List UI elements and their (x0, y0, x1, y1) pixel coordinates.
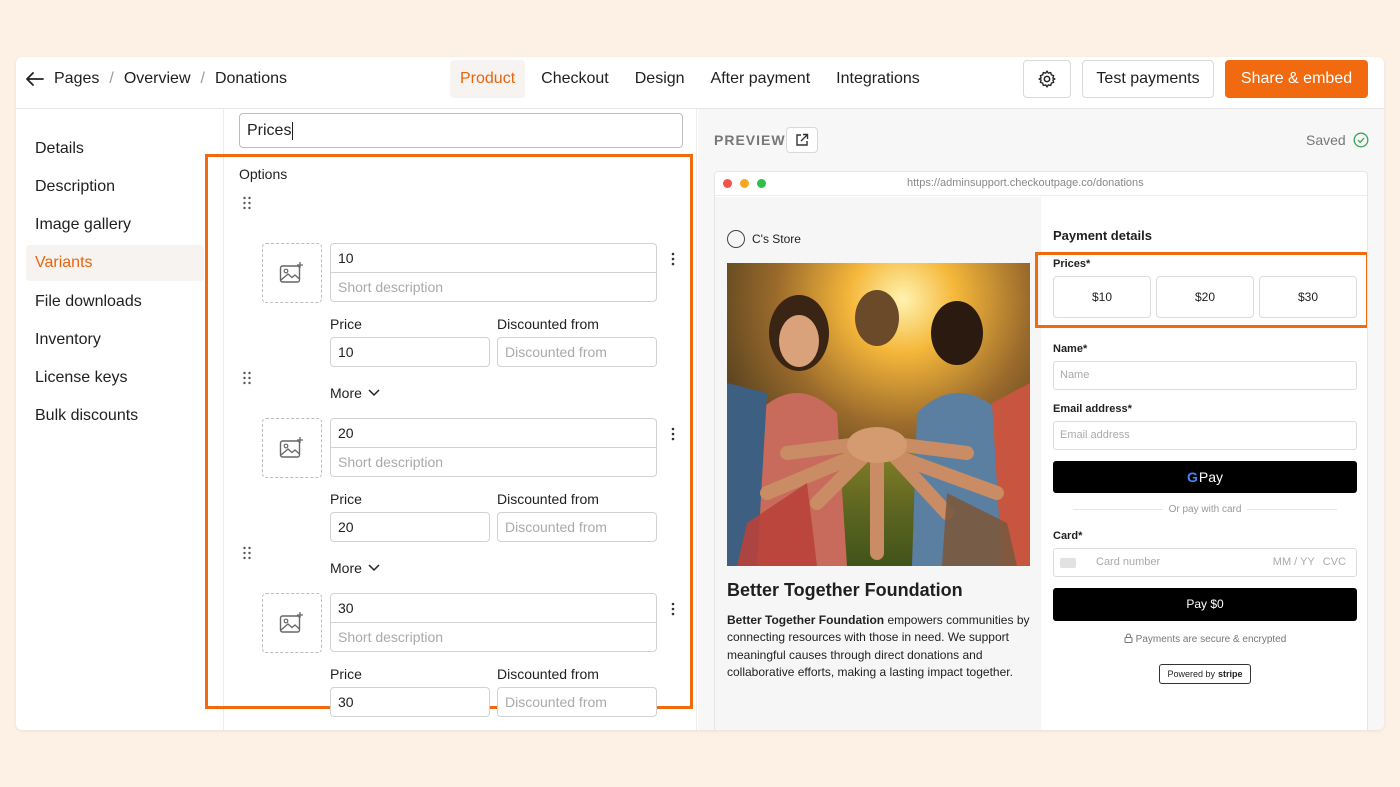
add-image-icon (279, 437, 303, 458)
option-image-upload[interactable] (262, 243, 322, 303)
option-name-input[interactable]: 10 (330, 243, 657, 273)
more-options-icon[interactable] (670, 252, 676, 266)
preview-panel: PREVIEW Saved https://adminsupport.check… (698, 109, 1384, 730)
check-circle-icon (1353, 132, 1369, 148)
price-input[interactable]: 20 (330, 512, 490, 542)
more-options-icon[interactable] (670, 427, 676, 441)
lock-icon (1124, 633, 1133, 643)
breadcrumb-overview[interactable]: Overview (124, 70, 191, 88)
tab-after-payment[interactable]: After payment (701, 60, 821, 98)
option-short-description[interactable]: Short description (330, 272, 657, 302)
breadcrumb: Pages / Overview / Donations (26, 69, 287, 89)
discount-label: Discounted from (497, 491, 599, 507)
settings-button[interactable] (1023, 60, 1071, 98)
gear-icon (1038, 70, 1056, 88)
breadcrumb-pages[interactable]: Pages (54, 70, 99, 88)
powered-by-stripe-badge[interactable]: Powered by stripe (1159, 664, 1251, 684)
option-name-input[interactable]: 30 (330, 593, 657, 623)
discounted-from-input[interactable]: Discounted from (497, 337, 657, 367)
minimize-dot (740, 179, 749, 188)
tab-design[interactable]: Design (625, 60, 695, 98)
price-label: Price (330, 666, 362, 682)
card-label: Card* (1053, 530, 1083, 542)
discount-label: Discounted from (497, 316, 599, 332)
option-name-input[interactable]: 20 (330, 418, 657, 448)
share-embed-button[interactable]: Share & embed (1225, 60, 1368, 98)
store-name: C's Store (752, 232, 801, 246)
options-label: Options (239, 166, 288, 182)
sidebar-item-description[interactable]: Description (26, 169, 204, 205)
more-toggle[interactable]: More (330, 560, 380, 576)
more-options-icon[interactable] (670, 602, 676, 616)
tab-checkout[interactable]: Checkout (531, 60, 619, 98)
open-preview-button[interactable] (786, 127, 818, 153)
pay-button[interactable]: Pay $0 (1053, 588, 1357, 621)
test-payments-button[interactable]: Test payments (1082, 60, 1214, 98)
drag-handle-icon[interactable] (242, 546, 252, 560)
close-dot (723, 179, 732, 188)
google-pay-button[interactable]: G Pay (1053, 461, 1357, 493)
more-toggle[interactable]: More (330, 385, 380, 401)
breadcrumb-donations: Donations (214, 70, 288, 87)
product-description: Better Together Foundation empowers comm… (727, 613, 1030, 679)
url-text: https://adminsupport.checkoutpage.co/don… (907, 177, 1144, 189)
sidebar-item-inventory[interactable]: Inventory (26, 322, 204, 358)
product-title: Better Together Foundation (727, 580, 963, 600)
discounted-from-input[interactable]: Discounted from (497, 687, 657, 717)
main-tabs: Product Checkout Design After payment In… (450, 60, 936, 98)
google-g-icon: G (1186, 469, 1198, 485)
option-short-description[interactable]: Short description (330, 447, 657, 477)
option-image-upload[interactable] (262, 593, 322, 653)
add-image-icon (279, 612, 303, 633)
discounted-from-input[interactable]: Discounted from (497, 512, 657, 542)
external-link-icon (796, 133, 809, 146)
saved-status: Saved (1306, 132, 1369, 148)
preview-label: PREVIEW (714, 132, 786, 148)
price-label: Price (330, 316, 362, 332)
add-image-icon (279, 262, 303, 283)
product-column: C's Store Better Together Foundation Bet… (715, 197, 1041, 730)
email-label: Email address* (1053, 403, 1132, 415)
sidebar-item-variants[interactable]: Variants (26, 245, 204, 281)
price-input[interactable]: 30 (330, 687, 490, 717)
sidebar-item-details[interactable]: Details (26, 131, 204, 167)
top-bar: Pages / Overview / Donations Product Che… (16, 57, 1384, 109)
card-icon (1060, 557, 1076, 568)
price-input[interactable]: 10 (330, 337, 490, 367)
option-image-upload[interactable] (262, 418, 322, 478)
browser-bar: https://adminsupport.checkoutpage.co/don… (715, 172, 1367, 196)
option-short-description[interactable]: Short description (330, 622, 657, 652)
app-window: Pages / Overview / Donations Product Che… (16, 57, 1384, 730)
back-arrow-icon[interactable] (26, 69, 48, 89)
sidebar-item-bulk-discounts[interactable]: Bulk discounts (26, 398, 204, 434)
prices-highlight (1035, 252, 1367, 328)
drag-handle-icon[interactable] (242, 371, 252, 385)
discount-label: Discounted from (497, 666, 599, 682)
product-hero-image (727, 263, 1030, 566)
chevron-down-icon (368, 564, 380, 572)
store-logo (727, 230, 745, 248)
chevron-down-icon (368, 389, 380, 397)
sidebar-item-image-gallery[interactable]: Image gallery (26, 207, 204, 243)
name-field[interactable]: Name (1053, 361, 1357, 390)
store-header: C's Store (727, 230, 801, 248)
browser-preview: https://adminsupport.checkoutpage.co/don… (714, 171, 1368, 730)
or-pay-with-card: Or pay with card (1053, 504, 1357, 515)
card-number-field[interactable]: Card number MM / YY CVC (1053, 548, 1357, 577)
price-label: Price (330, 491, 362, 507)
email-field[interactable]: Email address (1053, 421, 1357, 450)
variants-editor: Prices Options 10 Short description Pric… (205, 109, 697, 730)
variant-name-input[interactable]: Prices (239, 113, 683, 148)
drag-handle-icon[interactable] (242, 196, 252, 210)
tab-product[interactable]: Product (450, 60, 526, 98)
secure-notice: Payments are secure & encrypted (1053, 633, 1357, 645)
maximize-dot (757, 179, 766, 188)
payment-column: Payment details Prices* $10 $20 $30 Name… (1035, 197, 1367, 730)
tab-integrations[interactable]: Integrations (826, 60, 930, 98)
sidebar-item-file-downloads[interactable]: File downloads (26, 284, 204, 320)
sidebar: Details Description Image gallery Varian… (16, 109, 224, 730)
payment-details-title: Payment details (1053, 228, 1152, 243)
sidebar-item-license-keys[interactable]: License keys (26, 360, 204, 396)
name-label: Name* (1053, 343, 1088, 355)
